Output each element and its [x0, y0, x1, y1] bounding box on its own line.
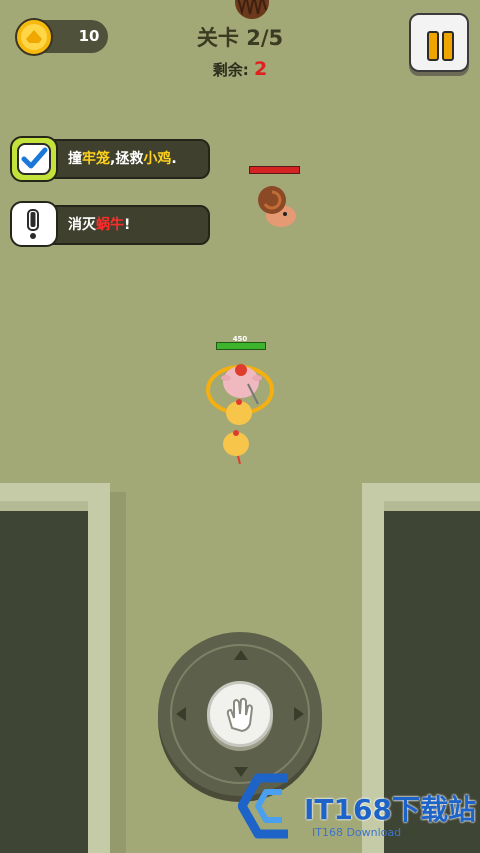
hedgehog-enemy — [235, 0, 269, 19]
left-wall-shadow — [0, 501, 88, 511]
coin-icon — [15, 18, 53, 56]
pause-icon-bar — [442, 31, 454, 61]
snail-enemy — [258, 186, 296, 227]
coin-counter: 10 — [15, 18, 108, 56]
snail-health-bar — [249, 166, 300, 174]
player-health-bar — [216, 342, 266, 350]
joystick-arrow-left-icon — [176, 707, 186, 721]
left-wall-cast-shadow — [110, 492, 126, 853]
watermark-subtitle: IT168 Download — [312, 826, 402, 839]
quest-alert-badge — [10, 201, 58, 247]
exclamation-icon — [27, 209, 39, 239]
quest-kill-text: 消灭蜗牛! — [68, 217, 131, 233]
level-title: 关卡 2/5 — [196, 26, 284, 50]
remaining-count: 2 — [254, 58, 268, 80]
check-icon — [17, 143, 51, 175]
hand-icon — [226, 697, 254, 733]
watermark-brand: IT168下载站 — [304, 793, 476, 826]
quest-rescue-chicks: 撞牢笼,拯救小鸡. — [40, 139, 210, 179]
joystick-arrow-right-icon — [294, 707, 304, 721]
pause-icon — [427, 31, 439, 61]
remaining-label: 剩余: — [212, 61, 249, 79]
quest-check-badge — [10, 136, 58, 182]
remaining-enemies: 剩余: 2 — [180, 58, 300, 80]
left-wall-pit — [0, 500, 98, 853]
player-health-label: 450 — [232, 335, 248, 343]
player-character — [206, 364, 274, 465]
joystick-knob[interactable] — [207, 681, 273, 747]
quest-rescue-text: 撞牢笼,拯救小鸡. — [68, 151, 177, 167]
joystick-arrow-up-icon — [234, 650, 248, 660]
left-wall-side — [88, 483, 110, 853]
coin-count: 10 — [78, 27, 100, 45]
watermark-logo-icon — [238, 773, 288, 839]
quest-kill-snails: 消灭蜗牛! — [40, 205, 210, 245]
right-wall-shadow — [384, 501, 480, 511]
pause-button[interactable] — [409, 13, 469, 72]
